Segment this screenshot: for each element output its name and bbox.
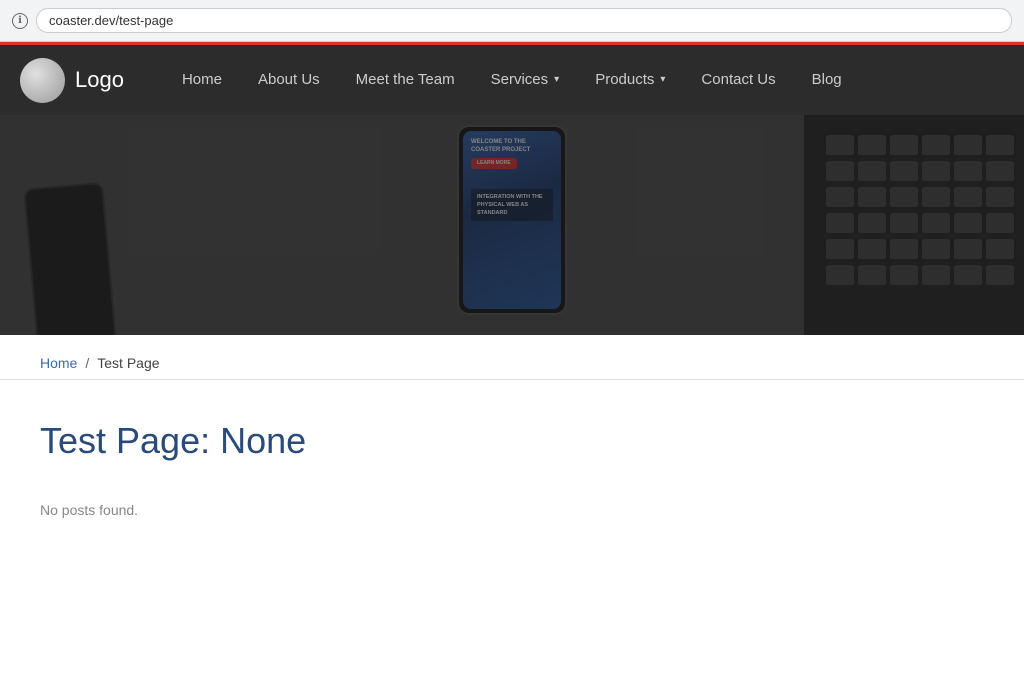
nav-item-products: Products ▾ [577,45,683,115]
navbar-nav: Home About Us Meet the Team Services ▾ P… [164,45,860,115]
nav-item-contact: Contact Us [683,45,793,115]
breadcrumb: Home / Test Page [40,355,984,371]
nav-link-contact[interactable]: Contact Us [683,45,793,115]
breadcrumb-current: Test Page [97,355,159,371]
logo-text: Logo [75,67,124,93]
nav-link-home[interactable]: Home [164,45,240,115]
logo-circle [20,58,65,103]
nav-link-blog[interactable]: Blog [794,45,860,115]
nav-item-blog: Blog [794,45,860,115]
chevron-down-icon: ▾ [660,45,665,115]
nav-link-about[interactable]: About Us [240,45,338,115]
breadcrumb-separator: / [85,355,89,371]
nav-item-services: Services ▾ [473,45,578,115]
nav-link-team[interactable]: Meet the Team [338,45,473,115]
chevron-down-icon: ▾ [554,45,559,115]
nav-link-products[interactable]: Products ▾ [577,45,683,115]
page-title: Test Page: None [40,420,984,462]
nav-item-home: Home [164,45,240,115]
hero-overlay [0,115,1024,335]
breadcrumb-home-link[interactable]: Home [40,355,77,371]
url-bar[interactable]: coaster.dev/test-page [36,8,1012,33]
nav-item-about: About Us [240,45,338,115]
navbar: Logo Home About Us Meet the Team Service… [0,45,1024,115]
navbar-brand[interactable]: Logo [20,58,124,103]
nav-item-team: Meet the Team [338,45,473,115]
main-content: Test Page: None No posts found. [0,380,1024,578]
info-icon: ℹ [12,13,28,29]
breadcrumb-section: Home / Test Page [0,335,1024,380]
hero-section: WELCOME TO THE COASTER PROJECT LEARN MOR… [0,115,1024,335]
browser-chrome: ℹ coaster.dev/test-page [0,0,1024,42]
no-posts-text: No posts found. [40,502,984,518]
nav-link-services[interactable]: Services ▾ [473,45,578,115]
